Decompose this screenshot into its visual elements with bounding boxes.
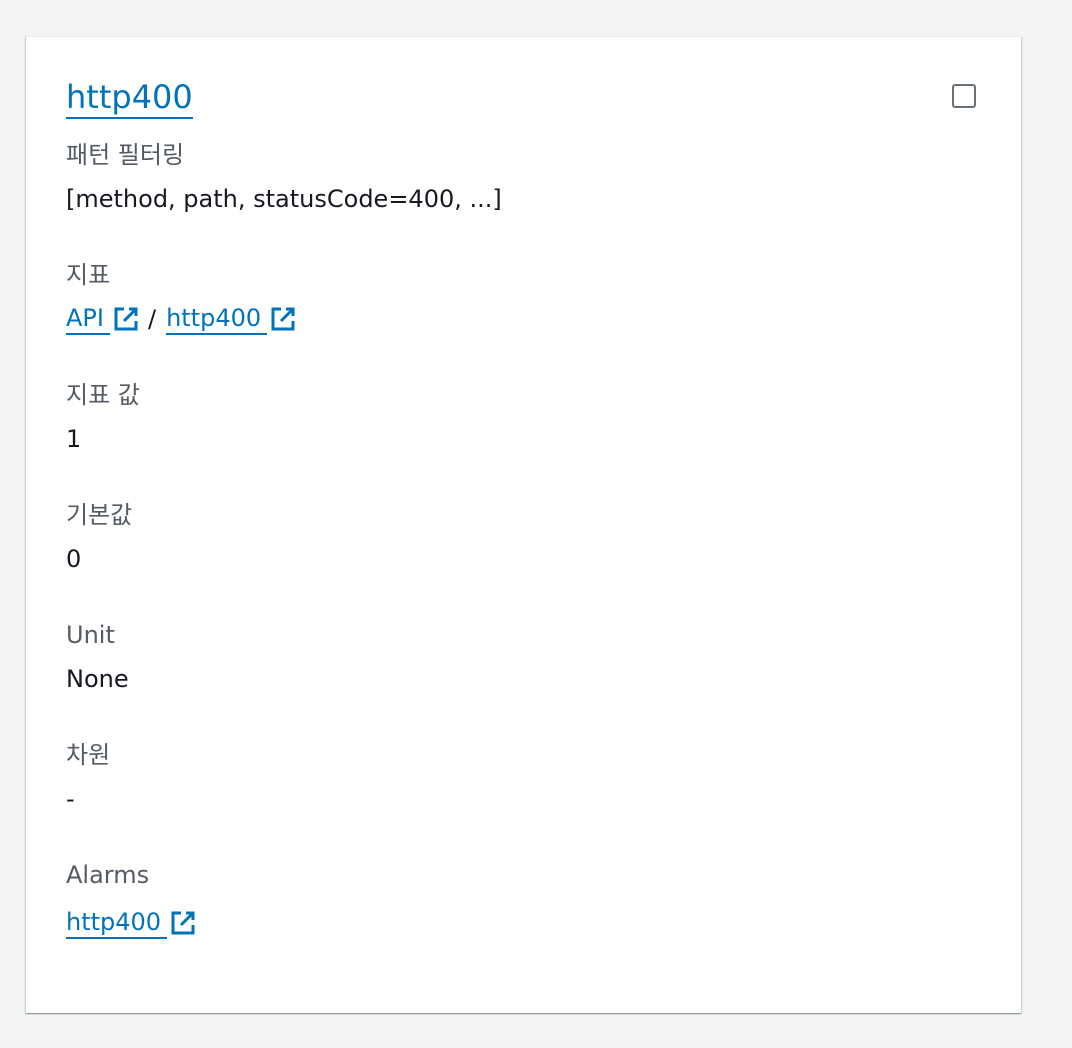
dimensions-label: 차원 — [66, 741, 111, 769]
metric-namespace-link-text: API — [66, 304, 104, 332]
alarms-value: http400 — [66, 907, 197, 939]
filter-pattern-label: 패턴 필터링 — [66, 141, 185, 169]
external-link-icon[interactable] — [169, 909, 197, 937]
external-link-icon[interactable] — [112, 305, 140, 333]
filter-pattern-value: [method, path, statusCode=400, ...] — [66, 185, 502, 213]
metric-name-link-text: http400 — [166, 304, 262, 332]
alarms-label: Alarms — [66, 861, 150, 889]
unit-value: None — [66, 665, 129, 693]
alarm-link-text: http400 — [66, 908, 162, 936]
default-value-field: 기본값 0 — [66, 499, 132, 575]
filter-pattern-field: 패턴 필터링 [method, path, statusCode=400, ..… — [66, 139, 502, 215]
dimensions-field: 차원 - — [66, 739, 110, 815]
metric-namespace-link[interactable]: API — [66, 303, 110, 335]
metric-name-link-group: http400 — [166, 303, 297, 335]
default-value-label: 기본값 — [66, 501, 133, 529]
metric-value-label: 지표 값 — [66, 381, 140, 409]
alarm-link-group: http400 — [66, 907, 197, 939]
metric-value-value: 1 — [66, 425, 82, 453]
metric-namespace-link-group: API — [66, 303, 140, 335]
select-checkbox[interactable] — [952, 84, 976, 108]
default-value-value: 0 — [66, 545, 82, 573]
metric-filter-card: http400 패턴 필터링 [method, path, statusCode… — [26, 36, 1021, 1013]
metric-filter-title-link[interactable]: http400 — [66, 77, 193, 119]
metric-label: 지표 — [66, 261, 111, 289]
alarm-link[interactable]: http400 — [66, 907, 168, 939]
metric-separator: / — [147, 305, 157, 333]
unit-label: Unit — [66, 621, 115, 649]
alarms-field: Alarms http400 — [66, 859, 197, 939]
metric-field: 지표 API / http400 — [66, 259, 297, 335]
metric-value: API / http400 — [66, 303, 297, 335]
unit-field: Unit None — [66, 619, 129, 695]
metric-name-link[interactable]: http400 — [166, 303, 268, 335]
metric-value-field: 지표 값 1 — [66, 379, 140, 455]
external-link-icon[interactable] — [269, 305, 297, 333]
dimensions-value: - — [66, 785, 75, 813]
